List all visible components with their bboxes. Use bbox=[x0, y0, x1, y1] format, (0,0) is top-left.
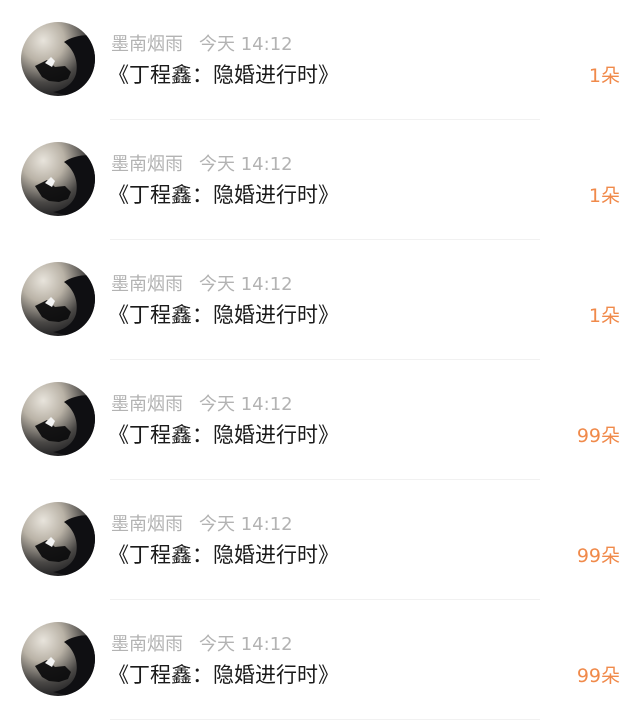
list-item[interactable]: 墨南烟雨 今天 14:12 《丁程鑫：隐婚进行时》 99朵 bbox=[0, 600, 640, 720]
item-title[interactable]: 《丁程鑫：隐婚进行时》 bbox=[108, 660, 339, 690]
item-title[interactable]: 《丁程鑫：隐婚进行时》 bbox=[108, 540, 339, 570]
item-meta: 墨南烟雨 今天 14:12 bbox=[111, 33, 293, 57]
avatar-image bbox=[35, 395, 95, 456]
timestamp: 今天 14:12 bbox=[199, 514, 293, 535]
avatar[interactable] bbox=[21, 382, 95, 456]
item-meta: 墨南烟雨 今天 14:12 bbox=[111, 153, 293, 177]
avatar[interactable] bbox=[21, 622, 95, 696]
author-name[interactable]: 墨南烟雨 bbox=[111, 154, 183, 175]
list-item[interactable]: 墨南烟雨 今天 14:12 《丁程鑫：隐婚进行时》 99朵 bbox=[0, 360, 640, 480]
item-meta: 墨南烟雨 今天 14:12 bbox=[111, 633, 293, 657]
gift-count: 1朵 bbox=[588, 185, 620, 207]
gift-feed-list: 墨南烟雨 今天 14:12 《丁程鑫：隐婚进行时》 1朵 墨南烟雨 今天 14:12… bbox=[0, 0, 640, 725]
avatar-image bbox=[35, 635, 95, 696]
avatar[interactable] bbox=[21, 502, 95, 576]
item-meta: 墨南烟雨 今天 14:12 bbox=[111, 393, 293, 417]
gift-count: 99朵 bbox=[576, 665, 620, 687]
gift-count: 99朵 bbox=[576, 545, 620, 567]
author-name[interactable]: 墨南烟雨 bbox=[111, 394, 183, 415]
item-meta: 墨南烟雨 今天 14:12 bbox=[111, 273, 293, 297]
avatar-image bbox=[35, 155, 95, 216]
avatar-image bbox=[35, 35, 95, 96]
item-meta: 墨南烟雨 今天 14:12 bbox=[111, 513, 293, 537]
avatar[interactable] bbox=[21, 22, 95, 96]
list-item[interactable]: 墨南烟雨 今天 14:12 《丁程鑫：隐婚进行时》 1朵 bbox=[0, 0, 640, 120]
timestamp: 今天 14:12 bbox=[199, 274, 293, 295]
item-title[interactable]: 《丁程鑫：隐婚进行时》 bbox=[108, 180, 339, 210]
item-title[interactable]: 《丁程鑫：隐婚进行时》 bbox=[108, 300, 339, 330]
gift-count: 1朵 bbox=[588, 65, 620, 87]
timestamp: 今天 14:12 bbox=[199, 34, 293, 55]
avatar-image bbox=[35, 515, 95, 576]
gift-count: 1朵 bbox=[588, 305, 620, 327]
list-item[interactable]: 墨南烟雨 今天 14:12 《丁程鑫：隐婚进行时》 1朵 bbox=[0, 120, 640, 240]
avatar[interactable] bbox=[21, 262, 95, 336]
timestamp: 今天 14:12 bbox=[199, 154, 293, 175]
author-name[interactable]: 墨南烟雨 bbox=[111, 514, 183, 535]
author-name[interactable]: 墨南烟雨 bbox=[111, 34, 183, 55]
author-name[interactable]: 墨南烟雨 bbox=[111, 274, 183, 295]
avatar[interactable] bbox=[21, 142, 95, 216]
gift-count: 99朵 bbox=[576, 425, 620, 447]
list-item[interactable]: 墨南烟雨 今天 14:12 《丁程鑫：隐婚进行时》 99朵 bbox=[0, 480, 640, 600]
timestamp: 今天 14:12 bbox=[199, 634, 293, 655]
item-title[interactable]: 《丁程鑫：隐婚进行时》 bbox=[108, 420, 339, 450]
avatar-image bbox=[35, 275, 95, 336]
list-item[interactable]: 墨南烟雨 今天 14:12 《丁程鑫：隐婚进行时》 1朵 bbox=[0, 240, 640, 360]
item-title[interactable]: 《丁程鑫：隐婚进行时》 bbox=[108, 60, 339, 90]
timestamp: 今天 14:12 bbox=[199, 394, 293, 415]
author-name[interactable]: 墨南烟雨 bbox=[111, 634, 183, 655]
